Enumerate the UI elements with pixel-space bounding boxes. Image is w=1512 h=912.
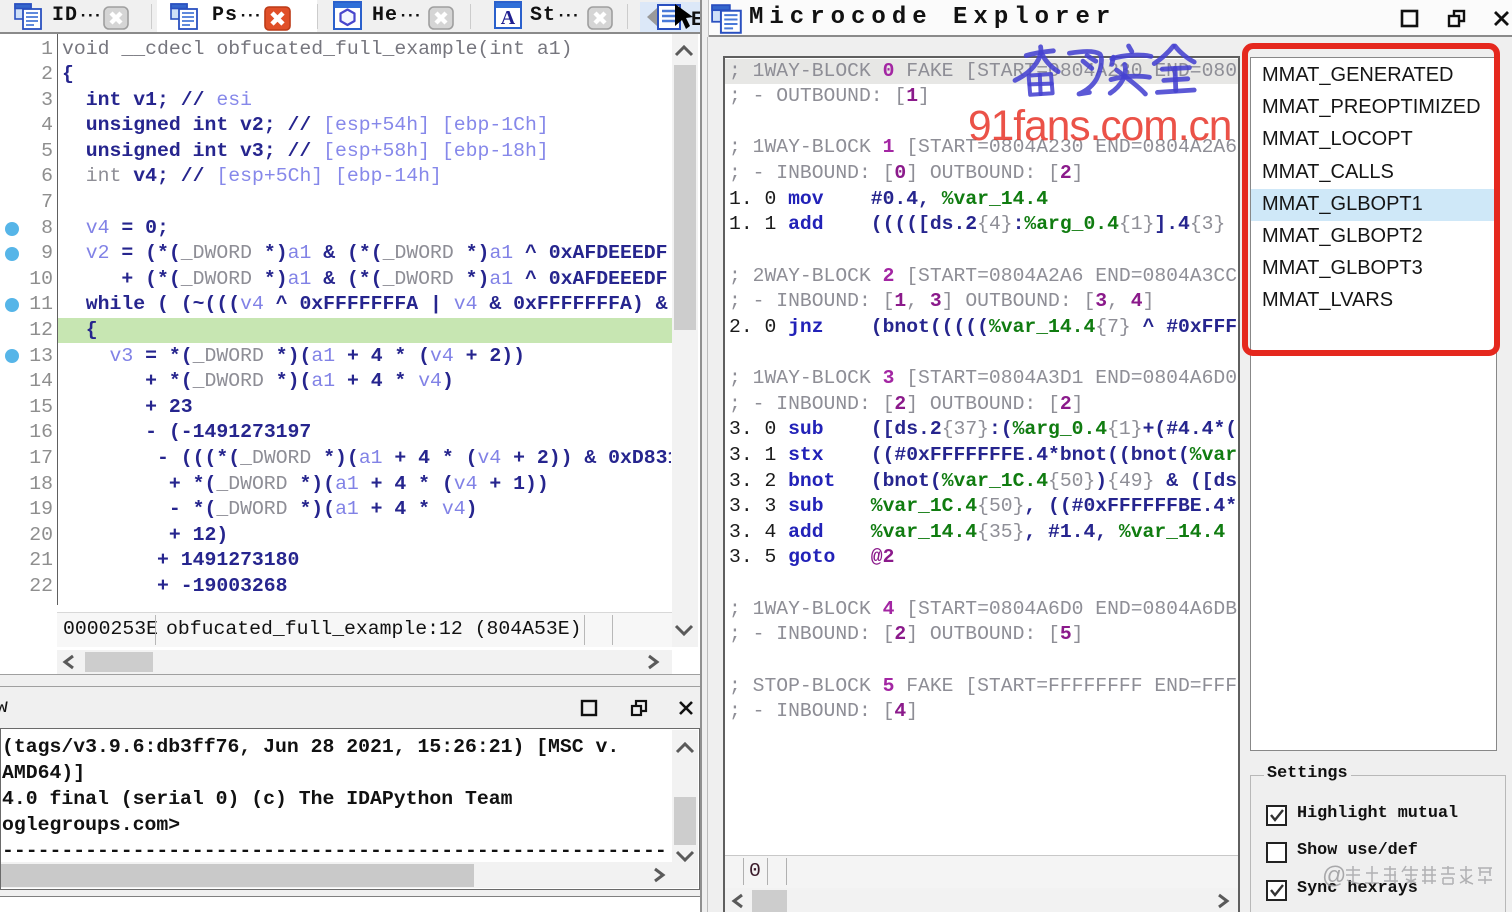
svg-text:A: A [501,7,516,29]
svg-text:@: @ [1322,862,1346,888]
